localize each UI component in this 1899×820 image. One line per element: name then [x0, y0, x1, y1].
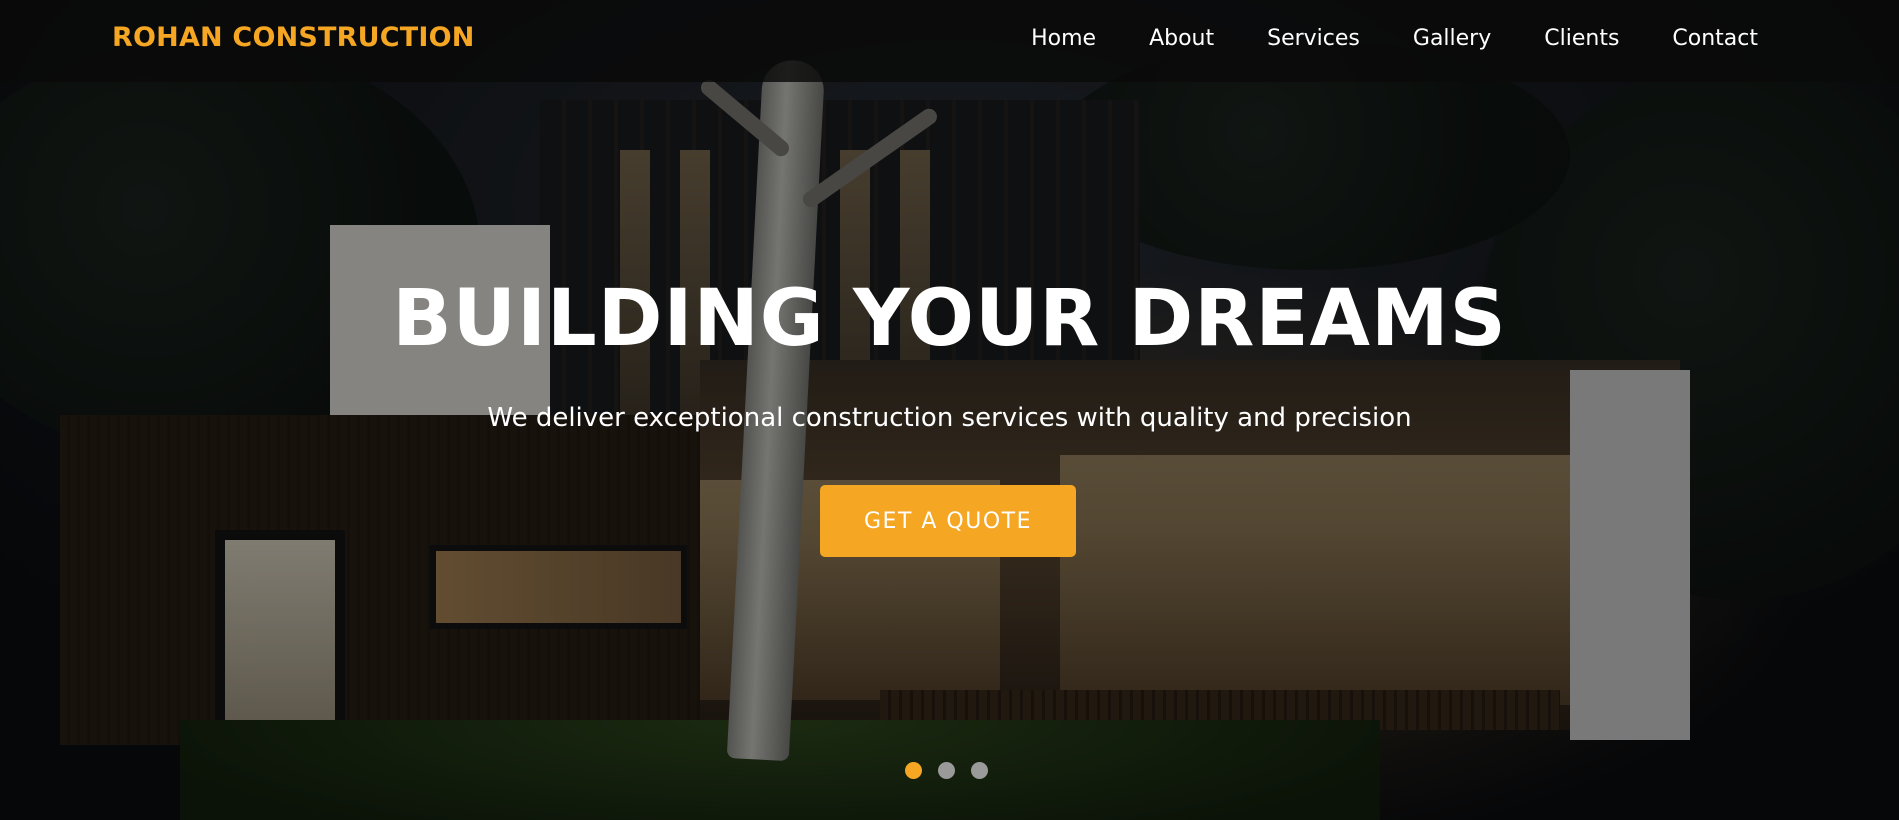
navbar: ROHAN CONSTRUCTION Home About Services G… [0, 0, 1899, 82]
nav-link-gallery[interactable]: Gallery [1413, 26, 1491, 51]
page: ROHAN CONSTRUCTION Home About Services G… [0, 0, 1899, 820]
hero-title: BUILDING YOUR DREAMS [392, 274, 1507, 364]
nav-link-home[interactable]: Home [1031, 26, 1096, 51]
brand-logo[interactable]: ROHAN CONSTRUCTION [112, 22, 475, 53]
nav-links: Home About Services Gallery Clients Cont… [1031, 26, 1758, 51]
slider-dot[interactable] [938, 762, 955, 779]
slider-dot[interactable] [971, 762, 988, 779]
nav-link-clients[interactable]: Clients [1544, 26, 1619, 51]
hero-subtitle: We deliver exceptional construction serv… [487, 403, 1412, 433]
slider-dot[interactable] [905, 762, 922, 779]
get-a-quote-button[interactable]: GET A QUOTE [820, 485, 1076, 557]
nav-link-contact[interactable]: Contact [1672, 26, 1758, 51]
nav-link-services[interactable]: Services [1267, 26, 1360, 51]
nav-link-about[interactable]: About [1149, 26, 1214, 51]
slider-dots [905, 762, 1004, 779]
